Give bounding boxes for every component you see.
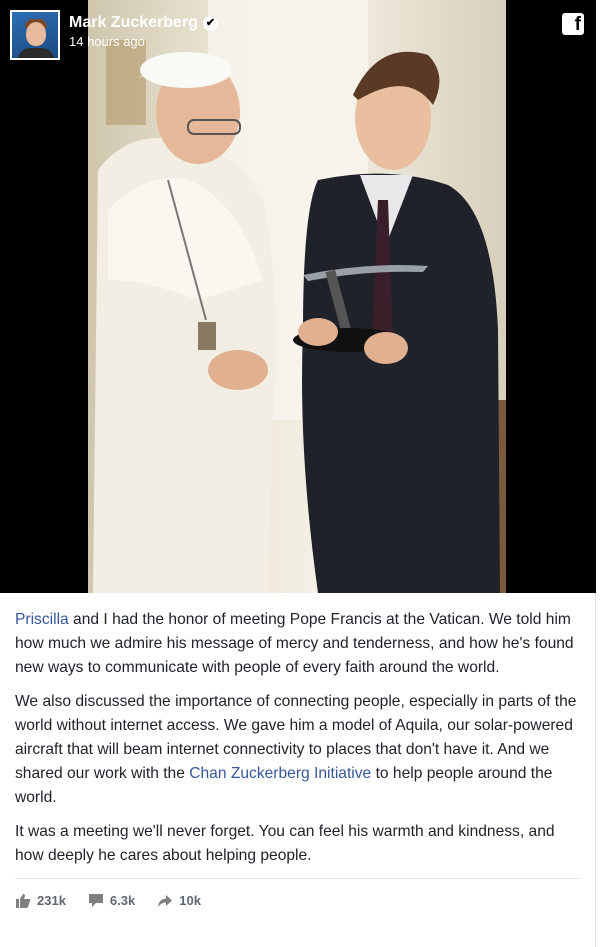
avatar[interactable] [10,10,60,60]
post-photo[interactable]: Mark Zuckerberg ✔ 14 hours ago f [0,0,596,593]
paragraph-1-text: and I had the honor of meeting Pope Fran… [15,611,574,676]
engagement-stats: 231k 6.3k 10k [0,879,595,922]
photo-image [88,0,506,593]
comment-count: 6.3k [109,893,136,908]
share-count: 10k [179,893,201,908]
thumbs-up-icon [15,893,31,908]
paragraph-2: We also discussed the importance of conn… [15,690,580,810]
share-arrow-icon [157,894,173,908]
verified-icon: ✔ [202,15,218,31]
comment-icon [88,893,104,908]
paragraph-1: Priscilla and I had the honor of meeting… [15,608,580,680]
like-count: 231k [37,893,66,908]
priscilla-link[interactable]: Priscilla [15,611,69,628]
author-block: Mark Zuckerberg ✔ 14 hours ago [69,14,218,49]
post-header: Mark Zuckerberg ✔ 14 hours ago [10,10,218,60]
like-stat[interactable]: 231k [15,893,66,908]
comment-stat[interactable]: 6.3k [88,893,135,908]
share-stat[interactable]: 10k [157,893,201,908]
facebook-post: Mark Zuckerberg ✔ 14 hours ago f Priscil… [0,0,596,947]
author-name-row: Mark Zuckerberg ✔ [69,14,218,32]
post-timestamp[interactable]: 14 hours ago [69,34,218,49]
post-text: Priscilla and I had the honor of meeting… [0,593,595,868]
paragraph-3: It was a meeting we'll never forget. You… [15,823,555,864]
chan-zuckerberg-initiative-link[interactable]: Chan Zuckerberg Initiative [189,765,371,782]
author-name[interactable]: Mark Zuckerberg [69,14,198,32]
facebook-icon: f [562,13,584,35]
